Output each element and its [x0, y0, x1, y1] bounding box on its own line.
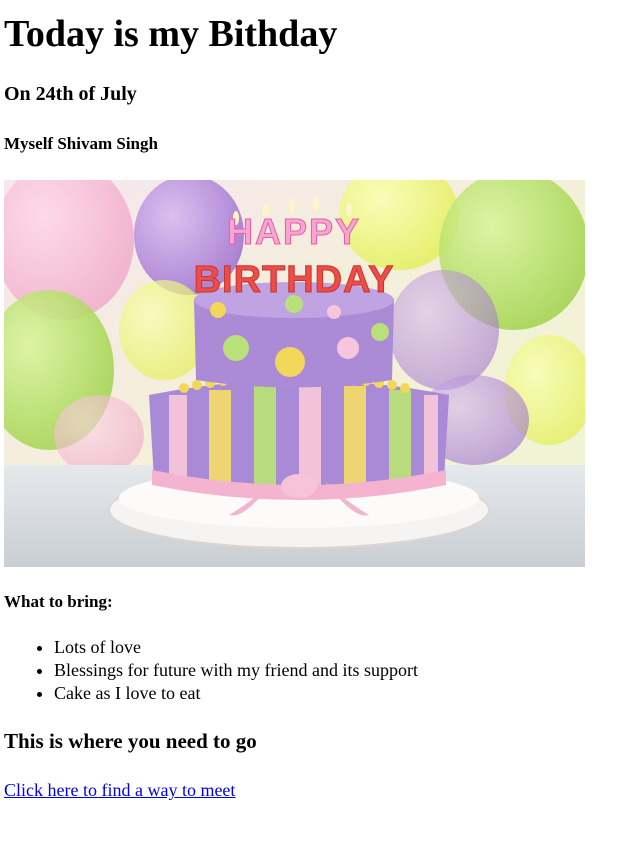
page-content: Today is my Bithday On 24th of July Myse…	[0, 12, 637, 801]
where-heading: This is where you need to go	[4, 729, 257, 753]
list-item: Lots of love	[54, 636, 633, 659]
bring-list: Lots of love Blessings for future with m…	[4, 636, 633, 705]
bring-heading: What to bring:	[4, 592, 113, 611]
list-item: Blessings for future with my friend and …	[54, 659, 633, 682]
meet-link[interactable]: Click here to find a way to meet	[4, 779, 235, 801]
page-title: Today is my Bithday	[4, 13, 338, 55]
cake-text-top: HAPPY	[227, 211, 361, 252]
list-item: Cake as I love to eat	[54, 682, 633, 705]
name-heading: Myself Shivam Singh	[4, 134, 158, 153]
date-heading: On 24th of July	[4, 83, 137, 105]
birthday-cake-image: HAPPY BIRTHDAY	[4, 180, 585, 567]
cake-text-bottom: BIRTHDAY	[194, 259, 395, 301]
